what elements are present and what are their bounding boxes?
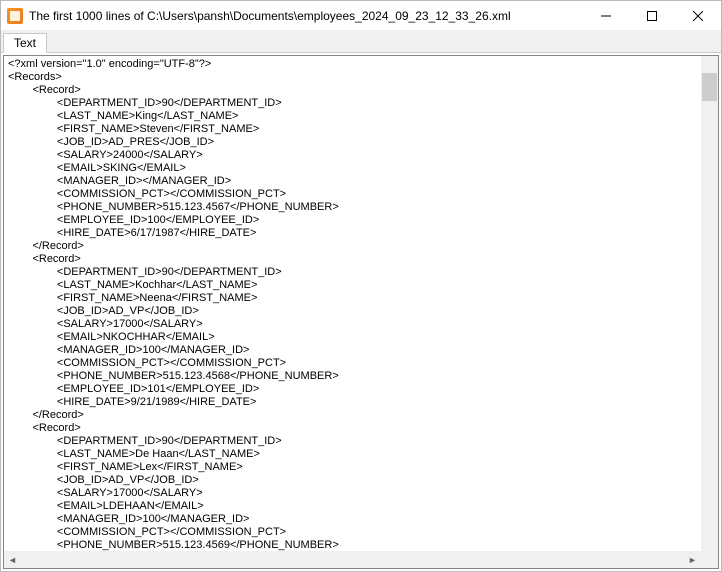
scroll-left-arrow[interactable]: ◄ xyxy=(4,551,21,568)
content-panel: <?xml version="1.0" encoding="UTF-8"?> <… xyxy=(3,55,719,569)
scroll-right-arrow[interactable]: ► xyxy=(684,551,701,568)
minimize-button[interactable] xyxy=(583,1,629,30)
close-button[interactable] xyxy=(675,1,721,30)
xml-text-view[interactable]: <?xml version="1.0" encoding="UTF-8"?> <… xyxy=(4,56,701,551)
tab-bar: Text xyxy=(1,31,721,53)
app-icon xyxy=(7,8,23,24)
window-buttons xyxy=(583,1,721,30)
close-icon xyxy=(693,11,703,21)
horizontal-scrollbar[interactable]: ◄ ► xyxy=(4,551,701,568)
minimize-icon xyxy=(601,11,611,21)
maximize-icon xyxy=(647,11,657,21)
tab-text[interactable]: Text xyxy=(3,33,47,53)
window-title: The first 1000 lines of C:\Users\pansh\D… xyxy=(23,9,583,23)
vertical-scrollbar[interactable] xyxy=(701,56,718,551)
scroll-corner xyxy=(701,551,718,568)
vertical-scroll-thumb[interactable] xyxy=(702,73,717,101)
maximize-button[interactable] xyxy=(629,1,675,30)
titlebar: The first 1000 lines of C:\Users\pansh\D… xyxy=(1,1,721,31)
